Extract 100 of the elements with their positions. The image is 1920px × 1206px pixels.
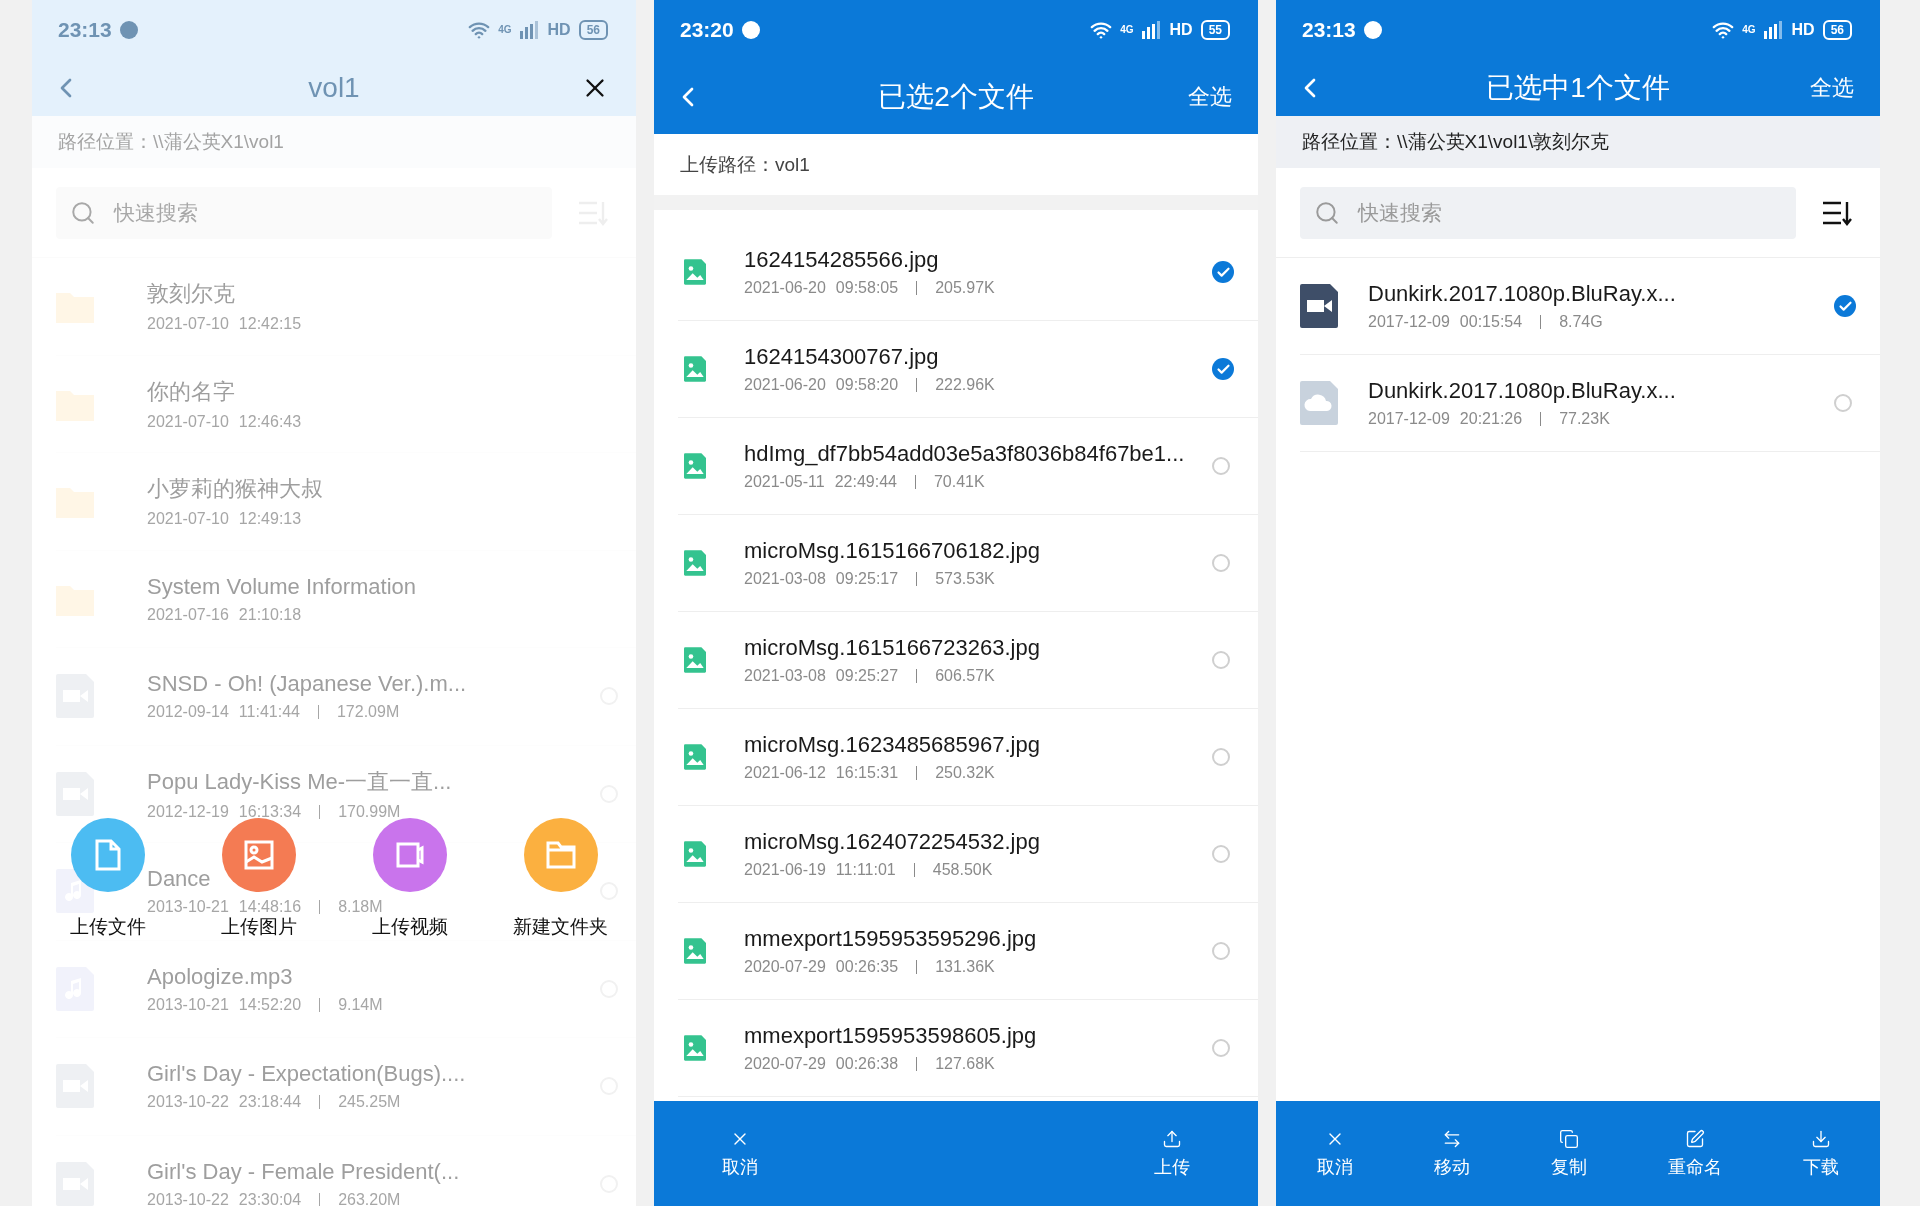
checked-circle[interactable] — [1212, 261, 1234, 283]
file-size: 8.18M — [338, 898, 383, 917]
file-name: 1624154300767.jpg — [744, 344, 940, 370]
file-name: SNSD - Oh! (Japanese Ver.).m... — [147, 671, 468, 698]
checked-circle[interactable] — [1834, 295, 1856, 317]
action-label[interactable]: 新建文件夹 — [513, 914, 608, 940]
wifi-icon — [468, 19, 491, 41]
battery-level: 56 — [578, 20, 608, 40]
file-size: 9.14M — [338, 995, 383, 1014]
file-time: 14:48:16 — [238, 898, 302, 917]
screen-title: 已选中1个文件 — [1486, 71, 1670, 105]
file-date: 2021-07-10 — [147, 315, 229, 334]
file-size: 263.20M — [338, 1190, 401, 1206]
file-time: 21:10:18 — [238, 605, 302, 624]
toolbar-button[interactable]: 重命名 — [1668, 1128, 1723, 1179]
file-date: 2021-03-08 — [744, 570, 826, 588]
image-file-icon — [684, 647, 706, 673]
file-name: mmexport1595953595296.jpg — [744, 926, 1038, 952]
file-size: 170.99M — [338, 802, 401, 821]
search-icon — [1314, 199, 1340, 226]
toolbar-button[interactable]: 取消 — [722, 1128, 758, 1179]
file-date: 2021-06-12 — [744, 764, 826, 782]
hd-label: HD — [1169, 22, 1193, 38]
network-label: 4G — [1120, 25, 1134, 35]
file-date: 2013-10-21 — [147, 995, 229, 1014]
file-time: 16:13:34 — [238, 802, 302, 821]
file-size: 245.25M — [338, 1093, 401, 1112]
radio-circle[interactable] — [1212, 748, 1230, 766]
file-name: System Volume Information — [147, 573, 417, 600]
file-date: 2021-07-10 — [147, 412, 229, 431]
file-time: 12:42:15 — [238, 315, 302, 334]
file-name: microMsg.1623485685967.jpg — [744, 732, 1041, 758]
file-time: 23:30:04 — [238, 1190, 302, 1206]
hd-label: HD — [547, 22, 571, 38]
file-date: 2021-03-08 — [744, 667, 826, 685]
search-field[interactable]: 快速搜索 — [56, 186, 552, 239]
action-label[interactable]: 上传视频 — [371, 914, 448, 940]
file-name: 敦刻尔克 — [147, 280, 236, 309]
file-size: 131.36K — [935, 958, 995, 976]
radio-circle[interactable] — [1834, 394, 1852, 412]
file-name: microMsg.1615166706182.jpg — [744, 538, 1041, 564]
screen-title: vol1 — [308, 72, 360, 104]
search-field[interactable]: 快速搜索 — [1300, 186, 1796, 239]
file-name: 1624154285566.jpg — [744, 247, 940, 273]
file-name: Apologize.mp3 — [147, 963, 294, 990]
search-placeholder: 快速搜索 — [114, 199, 198, 226]
file-time: 00:26:35 — [835, 958, 899, 976]
file-time: 12:46:43 — [238, 412, 302, 431]
edit-icon — [1685, 1128, 1706, 1149]
toolbar-button[interactable]: 下载 — [1803, 1128, 1840, 1179]
path-bar: 路径位置：\\蒲公英X1\vol1\敦刻尔克 — [1276, 116, 1880, 168]
file-time: 00:26:38 — [835, 1055, 899, 1073]
signal-icon — [1141, 21, 1162, 39]
file-size: 222.96K — [935, 376, 995, 394]
file-date: 2017-12-09 — [1368, 313, 1450, 331]
file-date: 2012-12-19 — [147, 802, 229, 821]
video-file-icon — [1300, 284, 1338, 328]
sort-icon[interactable] — [1822, 199, 1852, 226]
toolbar-button[interactable]: 移动 — [1433, 1128, 1470, 1179]
network-label: 4G — [498, 25, 512, 35]
file-date: 2012-09-14 — [147, 703, 229, 722]
network-label: 4G — [1742, 25, 1756, 35]
wifi-icon — [1090, 19, 1113, 41]
message-icon — [1363, 21, 1382, 39]
file-date: 2021-06-20 — [744, 279, 826, 297]
status-time: 23:13 — [1302, 18, 1356, 42]
image-file-icon — [684, 1035, 706, 1061]
radio-circle[interactable] — [1212, 942, 1230, 960]
select-all-button[interactable]: 全选 — [1810, 73, 1854, 103]
battery-level: 55 — [1200, 20, 1230, 40]
file-size: 250.32K — [935, 764, 995, 782]
image-file-icon — [684, 259, 706, 285]
file-time: 09:25:17 — [835, 570, 899, 588]
toolbar-button[interactable]: 取消 — [1316, 1128, 1353, 1179]
toolbar-button[interactable]: 上传 — [1154, 1128, 1190, 1179]
image-file-icon — [684, 550, 706, 576]
radio-circle[interactable] — [1212, 845, 1230, 863]
action-label[interactable]: 上传图片 — [220, 914, 297, 940]
file-name: hdImg_df7bb54add03e5a3f8036b84f67be1... — [744, 441, 1182, 467]
file-date: 2013-10-22 — [147, 1093, 229, 1112]
radio-circle[interactable] — [1212, 554, 1230, 572]
image-file-icon — [684, 841, 706, 867]
file-time: 09:25:27 — [835, 667, 899, 685]
cloud-file-icon — [1300, 381, 1338, 425]
file-date: 2013-10-21 — [147, 898, 229, 917]
radio-circle[interactable] — [1212, 1039, 1230, 1057]
file-time: 23:18:44 — [238, 1093, 302, 1112]
file-date: 2013-10-22 — [147, 1190, 229, 1206]
file-size: 172.09M — [336, 703, 400, 722]
action-label[interactable]: 上传文件 — [69, 914, 146, 940]
radio-circle[interactable] — [1212, 651, 1230, 669]
action-button[interactable] — [70, 818, 145, 892]
toolbar-button[interactable]: 复制 — [1550, 1128, 1587, 1179]
file-time: 22:49:44 — [834, 473, 897, 491]
file-size: 70.41K — [933, 473, 985, 491]
radio-circle[interactable] — [1212, 457, 1230, 475]
checked-circle[interactable] — [1212, 358, 1234, 380]
select-all-button[interactable]: 全选 — [1188, 82, 1232, 112]
file-date: 2020-07-29 — [744, 958, 826, 976]
image-file-icon — [684, 453, 706, 479]
